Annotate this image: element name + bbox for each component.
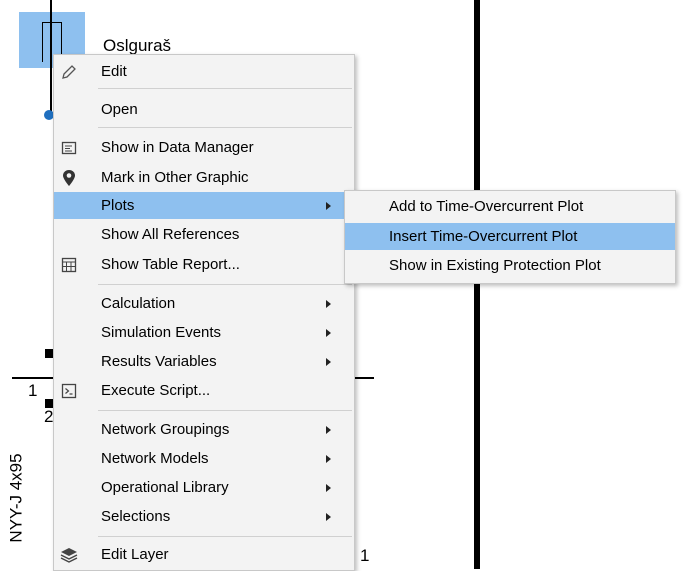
menu-item-show-all-references[interactable]: Show All References bbox=[54, 221, 354, 248]
menu-item-label: Calculation bbox=[101, 295, 176, 312]
submenu-arrow-icon bbox=[326, 299, 331, 308]
menu-separator bbox=[98, 88, 352, 89]
context-menu: Edit Open Show in Data Manager Mark in O… bbox=[53, 54, 355, 571]
menu-item-label: Network Groupings bbox=[101, 421, 230, 438]
menu-separator bbox=[98, 284, 352, 285]
menu-item-mark-in-other-graphic[interactable]: Mark in Other Graphic bbox=[54, 164, 354, 191]
menu-item-label: Show Table Report... bbox=[101, 256, 240, 273]
bus-number-label: 1 bbox=[28, 381, 38, 400]
submenu-item-insert-time-overcurrent-plot[interactable]: Insert Time-Overcurrent Plot bbox=[345, 223, 675, 250]
menu-item-open[interactable]: Open bbox=[54, 96, 354, 123]
menu-item-label: Network Models bbox=[101, 450, 209, 467]
menu-item-operational-library[interactable]: Operational Library bbox=[54, 474, 354, 501]
cable-type-label: NYY-J 4x95 bbox=[6, 453, 26, 543]
menu-item-label: Edit Layer bbox=[101, 546, 169, 563]
menu-item-label: Show All References bbox=[101, 226, 240, 243]
submenu-item-label: Show in Existing Protection Plot bbox=[389, 257, 601, 274]
switch-symbol-left bbox=[42, 22, 43, 62]
bus-right-stub[interactable] bbox=[352, 377, 374, 379]
menu-item-edit-layer[interactable]: Edit Layer bbox=[54, 541, 354, 568]
menu-separator bbox=[98, 410, 352, 411]
layers-icon bbox=[59, 545, 79, 565]
script-icon bbox=[59, 381, 79, 401]
data-manager-icon bbox=[59, 138, 79, 158]
menu-item-plots[interactable]: Plots bbox=[54, 192, 354, 219]
menu-item-label: Open bbox=[101, 101, 138, 118]
menu-item-execute-script[interactable]: Execute Script... bbox=[54, 377, 354, 404]
submenu-item-label: Insert Time-Overcurrent Plot bbox=[389, 228, 578, 245]
menu-item-label: Execute Script... bbox=[101, 382, 211, 399]
menu-item-show-in-data-manager[interactable]: Show in Data Manager bbox=[54, 134, 354, 161]
submenu-item-label: Add to Time-Overcurrent Plot bbox=[389, 198, 584, 215]
menu-item-label: Operational Library bbox=[101, 479, 229, 496]
menu-separator bbox=[98, 127, 352, 128]
table-report-icon bbox=[59, 255, 79, 275]
menu-item-label: Simulation Events bbox=[101, 324, 222, 341]
menu-item-label: Edit bbox=[101, 63, 127, 80]
submenu-arrow-icon bbox=[326, 201, 331, 210]
plots-submenu: Add to Time-Overcurrent Plot Insert Time… bbox=[344, 190, 676, 284]
submenu-arrow-icon bbox=[326, 328, 331, 337]
menu-item-label: Results Variables bbox=[101, 353, 217, 370]
map-pin-icon bbox=[59, 168, 79, 188]
menu-item-show-table-report[interactable]: Show Table Report... bbox=[54, 251, 354, 278]
submenu-arrow-icon bbox=[326, 483, 331, 492]
menu-item-selections[interactable]: Selections bbox=[54, 503, 354, 530]
menu-separator bbox=[98, 536, 352, 537]
submenu-arrow-icon bbox=[326, 357, 331, 366]
menu-item-label: Show in Data Manager bbox=[101, 139, 254, 156]
element-line bbox=[50, 0, 52, 118]
switch-symbol-top bbox=[42, 22, 62, 23]
submenu-item-show-in-existing-protection-plot[interactable]: Show in Existing Protection Plot bbox=[345, 252, 675, 279]
busbar-right[interactable] bbox=[474, 0, 480, 569]
menu-item-label: Plots bbox=[101, 197, 135, 214]
bus-left[interactable] bbox=[12, 377, 54, 379]
submenu-item-add-to-time-overcurrent-plot[interactable]: Add to Time-Overcurrent Plot bbox=[345, 193, 675, 220]
menu-item-label: Mark in Other Graphic bbox=[101, 169, 249, 186]
menu-item-simulation-events[interactable]: Simulation Events bbox=[54, 319, 354, 346]
menu-item-calculation[interactable]: Calculation bbox=[54, 290, 354, 317]
pencil-icon bbox=[59, 62, 79, 82]
menu-item-network-models[interactable]: Network Models bbox=[54, 445, 354, 472]
submenu-arrow-icon bbox=[326, 425, 331, 434]
menu-item-network-groupings[interactable]: Network Groupings bbox=[54, 416, 354, 443]
element-name-label: Oslguraš bbox=[103, 36, 172, 55]
submenu-arrow-icon bbox=[326, 512, 331, 521]
submenu-arrow-icon bbox=[326, 454, 331, 463]
menu-item-results-variables[interactable]: Results Variables bbox=[54, 348, 354, 375]
menu-item-edit[interactable]: Edit bbox=[54, 58, 354, 85]
bus-number-label-right: 1 bbox=[360, 546, 370, 565]
menu-item-label: Selections bbox=[101, 508, 171, 525]
